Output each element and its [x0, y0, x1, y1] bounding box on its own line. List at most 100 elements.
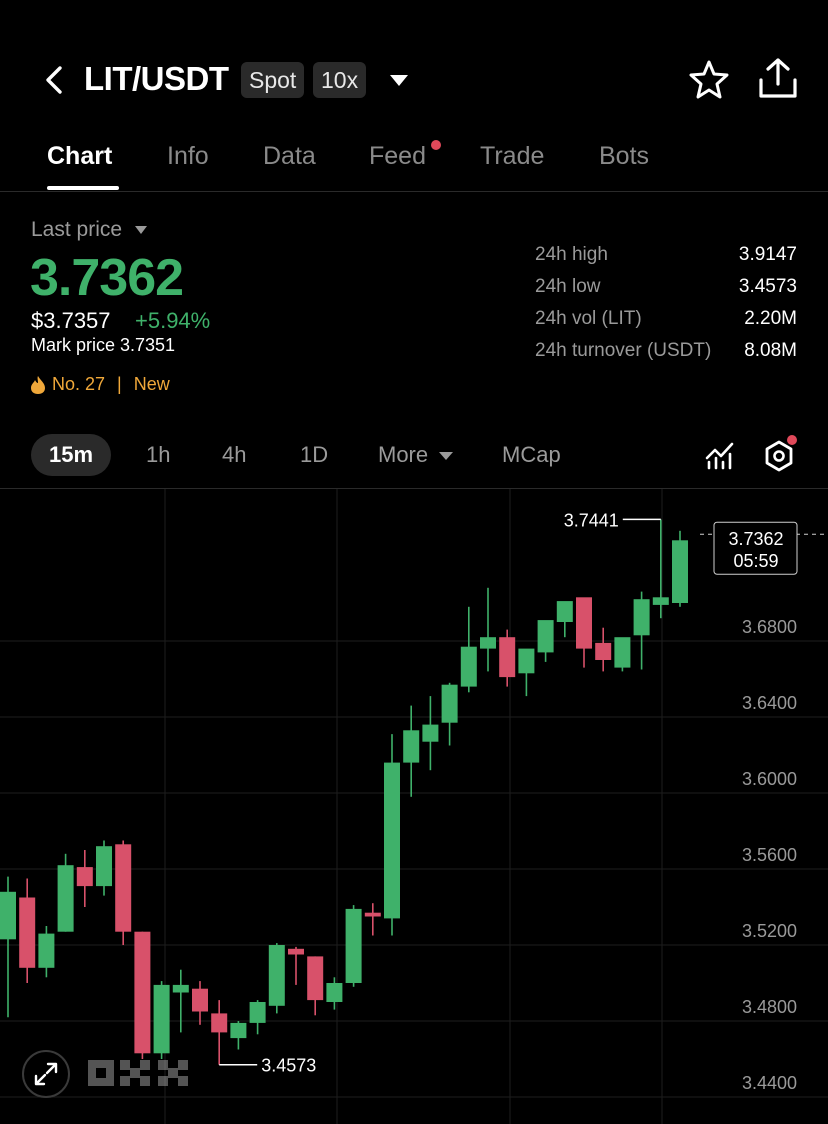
leverage-tag: 10x — [313, 62, 367, 98]
candle-body — [460, 646, 477, 687]
price-change: +5.94% — [135, 308, 211, 333]
tab-data[interactable]: Data — [263, 142, 316, 171]
active-tab-indicator — [47, 186, 119, 190]
market-tag: Spot — [241, 62, 305, 98]
tab-feed[interactable]: Feed — [369, 142, 426, 171]
y-tick-label: 3.6800 — [742, 617, 797, 637]
low-marker-label: 3.4573 — [261, 1056, 316, 1076]
candle-body — [441, 684, 458, 723]
timeframe-1d[interactable]: 1D — [300, 434, 328, 476]
candle-body — [576, 597, 592, 649]
timeframe-1h[interactable]: 1h — [146, 434, 170, 476]
candle-body — [537, 620, 554, 653]
pair-title: LIT/USDT — [84, 60, 229, 97]
y-tick-label: 3.5600 — [742, 845, 797, 865]
candle-body — [192, 988, 208, 1012]
candle-body — [211, 1013, 228, 1033]
candle-body — [672, 540, 688, 603]
separator: | — [117, 374, 122, 394]
candle-body — [172, 984, 189, 993]
current-price-label: 3.7362 — [728, 529, 783, 549]
candle-body — [249, 1002, 266, 1023]
usd-price: $3.7357 — [31, 308, 111, 333]
last-price-value: 3.7362 — [30, 249, 184, 307]
candle-body — [19, 897, 36, 968]
y-tick-label: 3.4400 — [742, 1073, 797, 1093]
rank-row[interactable]: No. 27 | New — [30, 374, 170, 395]
candle-body — [614, 637, 631, 668]
y-tick-label: 3.5200 — [742, 921, 797, 941]
last-price-selector[interactable]: Last price — [31, 218, 148, 242]
share-button[interactable] — [756, 56, 800, 102]
expand-icon — [34, 1062, 58, 1086]
stat-label: 24h turnover (USDT) — [535, 340, 712, 361]
stat-24h-high: 24h high 3.9147 — [535, 244, 797, 276]
stat-24h-vol: 24h vol (LIT) 2.20M — [535, 308, 797, 340]
timeframe-4h[interactable]: 4h — [222, 434, 246, 476]
tab-trade[interactable]: Trade — [480, 142, 544, 171]
stat-label: 24h vol (LIT) — [535, 308, 642, 329]
candle-body — [345, 908, 362, 983]
candle-body — [633, 599, 650, 636]
candle-body — [57, 865, 74, 932]
candle-body — [652, 597, 669, 605]
chevron-left-icon — [46, 66, 62, 94]
star-icon — [689, 60, 729, 99]
rank-text: No. 27 — [52, 374, 106, 394]
candle-body — [307, 956, 324, 1001]
candle-body — [384, 762, 400, 919]
stat-label: 24h high — [535, 244, 608, 265]
candlestick-chart[interactable]: 3.6800 3.6400 3.6000 3.5600 3.5200 3.4800 3.44… — [0, 488, 828, 1124]
candle-body — [556, 601, 573, 622]
back-button[interactable] — [34, 58, 74, 102]
candle-body — [422, 724, 439, 742]
candle-body — [326, 983, 343, 1002]
stat-value: 8.08M — [744, 340, 797, 361]
feed-notification-dot — [431, 140, 441, 150]
candle-body — [268, 945, 285, 1006]
caret-down-icon — [439, 452, 454, 461]
countdown-label: 05:59 — [733, 551, 778, 571]
mark-price: Mark price 3.7351 — [31, 335, 176, 355]
tab-bots[interactable]: Bots — [599, 142, 649, 171]
candle-body — [76, 867, 93, 887]
candle-body — [403, 730, 420, 763]
candle-body — [364, 912, 381, 917]
y-tick-label: 3.6000 — [742, 769, 797, 789]
indicator-chart-icon — [705, 442, 734, 470]
share-icon — [759, 58, 797, 98]
timeframe-more-button[interactable]: More — [378, 434, 454, 476]
stat-label: 24h low — [535, 276, 601, 297]
candle-body — [595, 642, 612, 660]
tab-info[interactable]: Info — [167, 142, 209, 171]
pair-dropdown-button[interactable] — [386, 70, 412, 90]
caret-down-icon — [134, 226, 147, 235]
header: LIT/USDT Spot 10x — [0, 0, 828, 130]
candle-body — [38, 933, 55, 968]
caret-down-icon — [390, 75, 408, 86]
candle-body — [96, 846, 112, 887]
stat-value: 2.20M — [744, 308, 797, 329]
candle-body — [134, 931, 151, 1054]
chart-canvas[interactable]: 3.6800 3.6400 3.6000 3.5600 3.5200 3.4800 3.44… — [0, 489, 828, 1124]
candle-body — [480, 637, 496, 649]
timeframe-bar: 15m 1h 4h 1D More MCap — [0, 432, 828, 482]
new-badge: New — [133, 374, 170, 394]
candle-body — [230, 1022, 247, 1039]
chart-settings-button[interactable] — [762, 435, 797, 474]
stat-value: 3.4573 — [738, 276, 797, 297]
candle-body — [0, 891, 16, 940]
candle-body — [518, 648, 535, 674]
tab-chart[interactable]: Chart — [47, 142, 112, 171]
fullscreen-button[interactable] — [22, 1050, 70, 1098]
timeframe-15m[interactable]: 15m — [31, 434, 112, 476]
favorite-button[interactable] — [688, 58, 730, 100]
stats-panel: 24h high 3.9147 24h low 3.4573 24h vol (… — [535, 244, 797, 372]
flame-icon — [31, 375, 45, 394]
exchange-watermark-logo — [88, 1058, 192, 1088]
mcap-button[interactable]: MCap — [502, 434, 561, 476]
indicators-button[interactable] — [704, 440, 736, 472]
stat-24h-low: 24h low 3.4573 — [535, 276, 797, 308]
y-tick-label: 3.6400 — [742, 693, 797, 713]
more-label: More — [378, 442, 429, 467]
